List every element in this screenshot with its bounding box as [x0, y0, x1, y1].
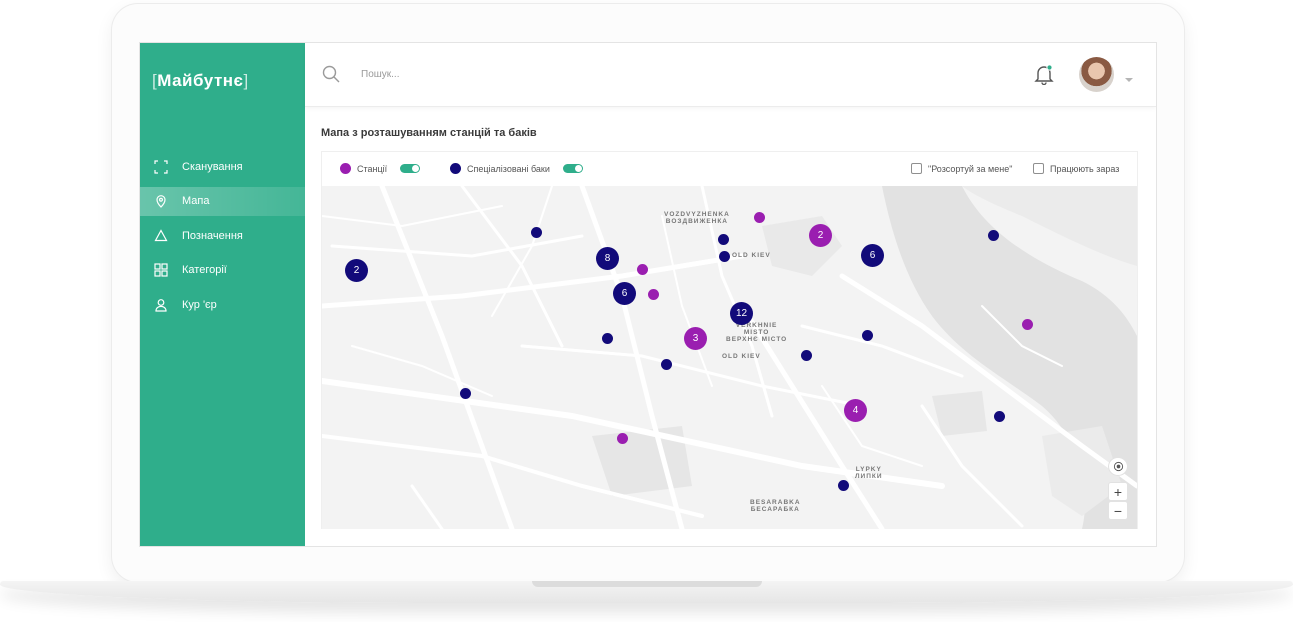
district-label-ua: ВОЗДВИЖЕНКА — [665, 218, 729, 225]
district-label-en: LYPKY — [855, 466, 882, 473]
tank-legend-dot — [450, 163, 461, 174]
district-label-en-2: MISTO — [743, 329, 770, 336]
map-view[interactable]: VOZDVYZHENKA ВОЗДВИЖЕНКА OLD KIEV VERKHN… — [322, 186, 1137, 529]
station-marker[interactable] — [648, 289, 659, 300]
sort-checkbox[interactable] — [911, 163, 922, 174]
district-label-ua: ЛИПКИ — [855, 473, 883, 480]
district-label-verkhnie: VERKHNIE MISTO ВЕРХНЄ МІСТО — [726, 322, 787, 343]
sidebar-item-markings[interactable]: Позначення — [140, 221, 305, 250]
tank-cluster-marker[interactable]: 6 — [861, 244, 884, 267]
tank-marker[interactable] — [661, 359, 672, 370]
laptop-mockup: [Майбутнє] Сканування Мапа Позначення Ка… — [0, 0, 1293, 622]
sort-checkbox-label: "Розсортуй за мене" — [928, 164, 1013, 174]
tank-marker[interactable] — [862, 330, 873, 341]
top-bar — [305, 43, 1156, 107]
tank-cluster-marker[interactable]: 8 — [596, 247, 619, 270]
avatar[interactable] — [1079, 57, 1114, 92]
tank-marker[interactable] — [719, 251, 730, 262]
district-label-ua: ВЕРХНЄ МІСТО — [726, 336, 788, 343]
sidebar-item-map[interactable]: Мапа — [140, 186, 305, 216]
district-label-en: VOZDVYZHENKA — [664, 211, 730, 218]
tanks-toggle[interactable] — [563, 164, 583, 173]
target-icon — [1113, 461, 1123, 472]
tank-marker[interactable] — [531, 227, 542, 238]
sidebar: [Майбутнє] Сканування Мапа Позначення Ка… — [140, 43, 305, 546]
district-label-old-kiev-2: OLD KIEV — [722, 353, 761, 360]
tank-marker[interactable] — [718, 234, 729, 245]
search-icon[interactable] — [322, 65, 340, 83]
district-label-lypky: LYPKY ЛИПКИ — [855, 466, 883, 480]
recycle-triangle-icon — [154, 228, 168, 243]
sidebar-item-label: Категорії — [182, 264, 227, 276]
sidebar-nav: Сканування Мапа Позначення Категорії Кур… — [140, 152, 305, 325]
zoom-in-button[interactable]: + — [1108, 482, 1128, 501]
tank-marker[interactable] — [801, 350, 812, 361]
open-now-checkbox[interactable] — [1033, 163, 1044, 174]
station-cluster-marker[interactable]: 4 — [844, 399, 867, 422]
open-now-checkbox-label: Працюють зараз — [1050, 164, 1120, 174]
map-filters: Станції Спеціалізовані баки "Розсортуй з… — [322, 152, 1137, 186]
district-label-vozdvyzhenka: VOZDVYZHENKA ВОЗДВИЖЕНКА — [664, 211, 730, 225]
station-cluster-marker[interactable]: 2 — [809, 224, 832, 247]
district-label-en: BESARABKA — [750, 499, 801, 506]
sidebar-item-categories[interactable]: Категорії — [140, 256, 305, 285]
district-label-ua: БЕСАРАБКА — [750, 506, 800, 513]
station-legend-dot — [340, 163, 351, 174]
stations-toggle[interactable] — [400, 164, 420, 173]
sidebar-item-label: Позначення — [182, 229, 243, 242]
stations-filter-label: Станції — [357, 164, 388, 174]
grid-icon — [154, 263, 168, 277]
tank-marker[interactable] — [460, 388, 471, 399]
station-marker[interactable] — [637, 264, 648, 275]
district-label-old-kiev: OLD KIEV — [732, 252, 771, 259]
station-marker[interactable] — [754, 212, 765, 223]
tank-marker[interactable] — [602, 333, 613, 344]
bell-icon[interactable] — [1034, 63, 1054, 86]
brand-name: Майбутнє — [157, 71, 244, 90]
sidebar-item-courier[interactable]: Кур 'єр — [140, 290, 305, 319]
tank-marker[interactable] — [988, 230, 999, 241]
map-pin-icon — [154, 194, 168, 208]
sidebar-item-label: Кур 'єр — [182, 298, 217, 311]
tank-cluster-marker[interactable]: 2 — [345, 259, 368, 282]
sidebar-item-scanning[interactable]: Сканування — [140, 152, 305, 181]
tank-cluster-marker[interactable]: 12 — [730, 302, 753, 325]
logo-bracket-right: ] — [243, 71, 249, 90]
station-cluster-marker[interactable]: 3 — [684, 327, 707, 350]
tank-marker[interactable] — [994, 411, 1005, 422]
user-icon — [154, 298, 168, 312]
app-screen: [Майбутнє] Сканування Мапа Позначення Ка… — [140, 43, 1156, 546]
station-marker[interactable] — [617, 433, 628, 444]
district-label-besarabka: BESARABKA БЕСАРАБКА — [750, 499, 801, 513]
page-title: Мапа з розташуванням станцій та баків — [321, 127, 537, 139]
chevron-down-icon[interactable] — [1124, 71, 1134, 82]
zoom-out-button[interactable]: − — [1108, 501, 1128, 520]
tank-cluster-marker[interactable]: 6 — [613, 282, 636, 305]
map-panel: Станції Спеціалізовані баки "Розсортуй з… — [321, 151, 1138, 529]
station-marker[interactable] — [1022, 319, 1033, 330]
tank-marker[interactable] — [838, 480, 849, 491]
laptop-notch — [532, 581, 762, 587]
sidebar-item-label: Мапа — [182, 195, 210, 207]
locate-me-button[interactable] — [1108, 457, 1128, 476]
sidebar-item-label: Сканування — [182, 160, 243, 173]
brand-logo[interactable]: [Майбутнє] — [152, 71, 249, 91]
scan-icon — [154, 159, 168, 174]
tanks-filter-label: Спеціалізовані баки — [467, 164, 550, 174]
search-input[interactable] — [361, 65, 661, 83]
